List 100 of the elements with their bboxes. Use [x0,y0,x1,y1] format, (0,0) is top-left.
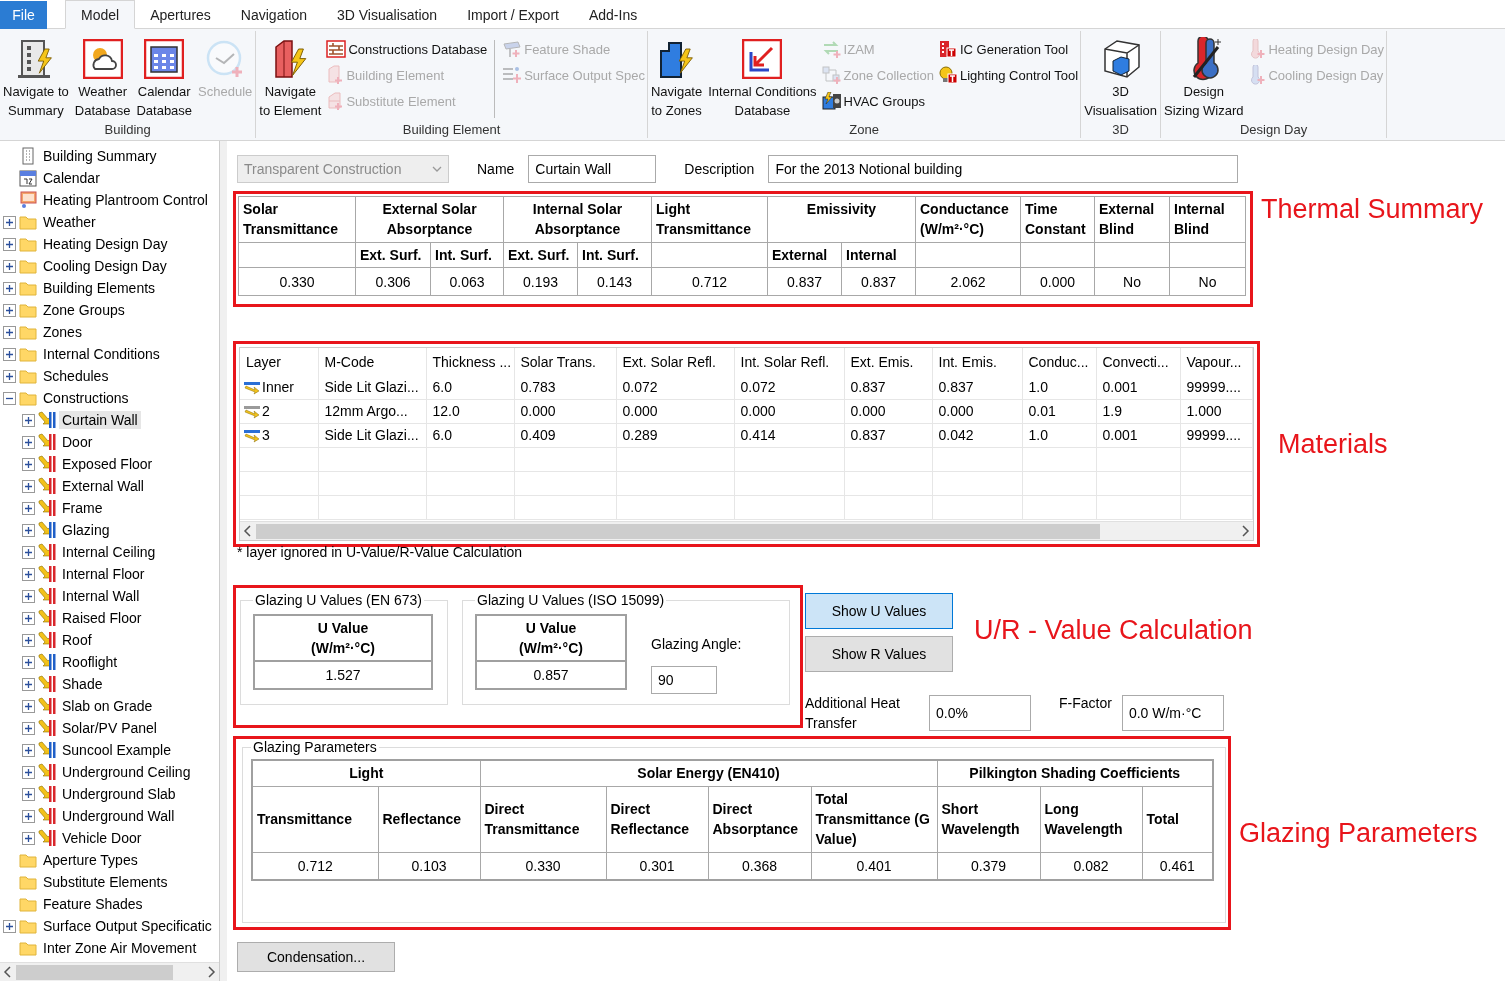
column-header[interactable]: Thickness ... [426,348,514,375]
menu-tab[interactable]: Import / Export [452,1,574,29]
tree-item[interactable]: Zones [40,323,85,341]
ribbon-button[interactable]: Internal Conditions Database [706,34,819,122]
column-header[interactable]: Ext. Solar Refl. [616,348,734,375]
tree-item[interactable]: Building Elements [40,279,159,297]
column-header[interactable]: Vapour... [1180,348,1252,375]
expand-icon[interactable] [22,765,35,779]
tree-item[interactable]: Shade [59,675,106,693]
expand-icon[interactable] [22,809,35,823]
toggle-button[interactable]: Show R Values [805,636,953,672]
toggle-button[interactable]: Show U Values [805,593,953,629]
expand-icon[interactable] [3,281,16,295]
tree-item[interactable]: Heating Plantroom Control [40,191,211,209]
column-header[interactable]: Ext. Emis. [844,348,932,375]
column-header[interactable]: Int. Emis. [932,348,1022,375]
description-field[interactable]: For the 2013 Notional building [768,155,1239,183]
column-header[interactable]: Conduc... [1022,348,1096,375]
tree-item[interactable]: Underground Slab [59,785,179,803]
tree-item[interactable]: Solar/PV Panel [59,719,160,737]
scroll-thumb[interactable] [256,523,1100,539]
tree-item[interactable]: Schedules [40,367,112,385]
tree-item[interactable]: Internal Wall [59,587,143,605]
column-header[interactable]: Layer [240,348,318,375]
expand-icon[interactable] [22,435,35,449]
expand-icon[interactable] [22,743,35,757]
column-header[interactable]: M-Code [318,348,426,375]
tree-item[interactable]: Constructions [40,389,132,407]
tree-item[interactable]: Raised Floor [59,609,145,627]
expand-icon[interactable] [22,721,35,735]
tree-item[interactable]: Curtain Wall [59,411,141,429]
column-header[interactable]: Convecti... [1096,348,1180,375]
horizontal-scrollbar[interactable] [240,521,1253,540]
expand-icon[interactable] [22,457,35,471]
expand-icon[interactable] [22,413,35,427]
expand-icon[interactable] [3,259,16,273]
expand-icon[interactable] [22,589,35,603]
menu-tab[interactable]: 3D Visualisation [322,1,453,29]
tree-item[interactable]: Internal Conditions [40,345,163,363]
tree-item[interactable]: Roof [59,631,95,649]
additional-heat-field[interactable]: 0.0% [929,695,1031,731]
collapse-icon[interactable] [3,391,16,405]
tree-item[interactable]: Cooling Design Day [40,257,170,275]
ribbon-button[interactable]: Constructions Database [325,36,489,62]
menu-tab[interactable]: Model [65,0,136,29]
expand-icon[interactable] [22,677,35,691]
expand-icon[interactable] [22,633,35,647]
tree-item[interactable]: Vehicle Door [59,829,145,847]
expand-icon[interactable] [22,611,35,625]
expand-icon[interactable] [3,215,16,229]
f-factor-field[interactable]: 0.0 W/m·°C [1121,695,1224,731]
tree-item[interactable]: External Wall [59,477,147,495]
expand-icon[interactable] [22,655,35,669]
tree-item[interactable]: Building Summary [40,147,160,165]
tree-item[interactable]: Underground Ceiling [59,763,194,781]
tree-item[interactable]: Surface Output Specificatic [40,917,215,935]
tree-item[interactable]: Internal Floor [59,565,148,583]
expand-icon[interactable] [22,567,35,581]
ribbon-button[interactable]: IC Generation Tool [936,36,1080,62]
tree-item[interactable]: Substitute Elements [40,873,171,891]
name-field[interactable]: Curtain Wall [528,155,657,183]
tree-item[interactable]: Slab on Grade [59,697,156,715]
tree-item[interactable]: Inter Zone Air Movement [40,939,200,957]
expand-icon[interactable] [3,369,16,383]
expand-icon[interactable] [22,787,35,801]
tree-item[interactable]: Door [59,433,96,451]
tree-item[interactable]: Internal Ceiling [59,543,159,561]
tree-item[interactable]: Feature Shades [40,895,146,913]
ribbon-button[interactable]: Weather Database [72,34,133,122]
tree-item[interactable]: Aperture Types [40,851,141,869]
menu-tab[interactable]: Navigation [225,1,322,29]
tree-item[interactable]: Heating Design Day [40,235,171,253]
column-header[interactable]: Solar Trans. [514,348,616,375]
column-header[interactable]: Int. Solar Refl. [734,348,844,375]
expand-icon[interactable] [22,501,35,515]
horizontal-scrollbar[interactable] [0,962,219,981]
expand-icon[interactable] [3,303,16,317]
ribbon-button[interactable]: HVAC Groups [820,88,935,114]
ribbon-button[interactable]: Navigate to Summary [1,34,71,122]
expand-icon[interactable] [3,919,16,933]
ribbon-button[interactable]: Design Sizing Wizard [1162,34,1246,122]
expand-icon[interactable] [22,545,35,559]
menu-tab[interactable]: File [0,1,47,29]
ribbon-button[interactable]: Navigate to Element [257,34,324,122]
scroll-left-icon[interactable] [243,525,253,537]
tree-item[interactable]: Weather [40,213,99,231]
tree-item[interactable]: Exposed Floor [59,455,156,473]
tree-item[interactable]: Suncool Example [59,741,174,759]
expand-icon[interactable] [3,325,16,339]
expand-icon[interactable] [3,347,16,361]
scroll-right-icon[interactable] [206,966,216,978]
expand-icon[interactable] [22,479,35,493]
tree-item[interactable]: Frame [59,499,106,517]
tree-item[interactable]: Zone Groups [40,301,128,319]
tree-item[interactable]: Calendar [40,169,103,187]
scroll-thumb[interactable] [16,964,174,980]
ribbon-button[interactable]: 3D Visualisation [1082,34,1159,122]
menu-tab[interactable]: Add-Ins [573,1,653,29]
menu-tab[interactable]: Apertures [135,1,226,29]
scroll-left-icon[interactable] [3,966,13,978]
